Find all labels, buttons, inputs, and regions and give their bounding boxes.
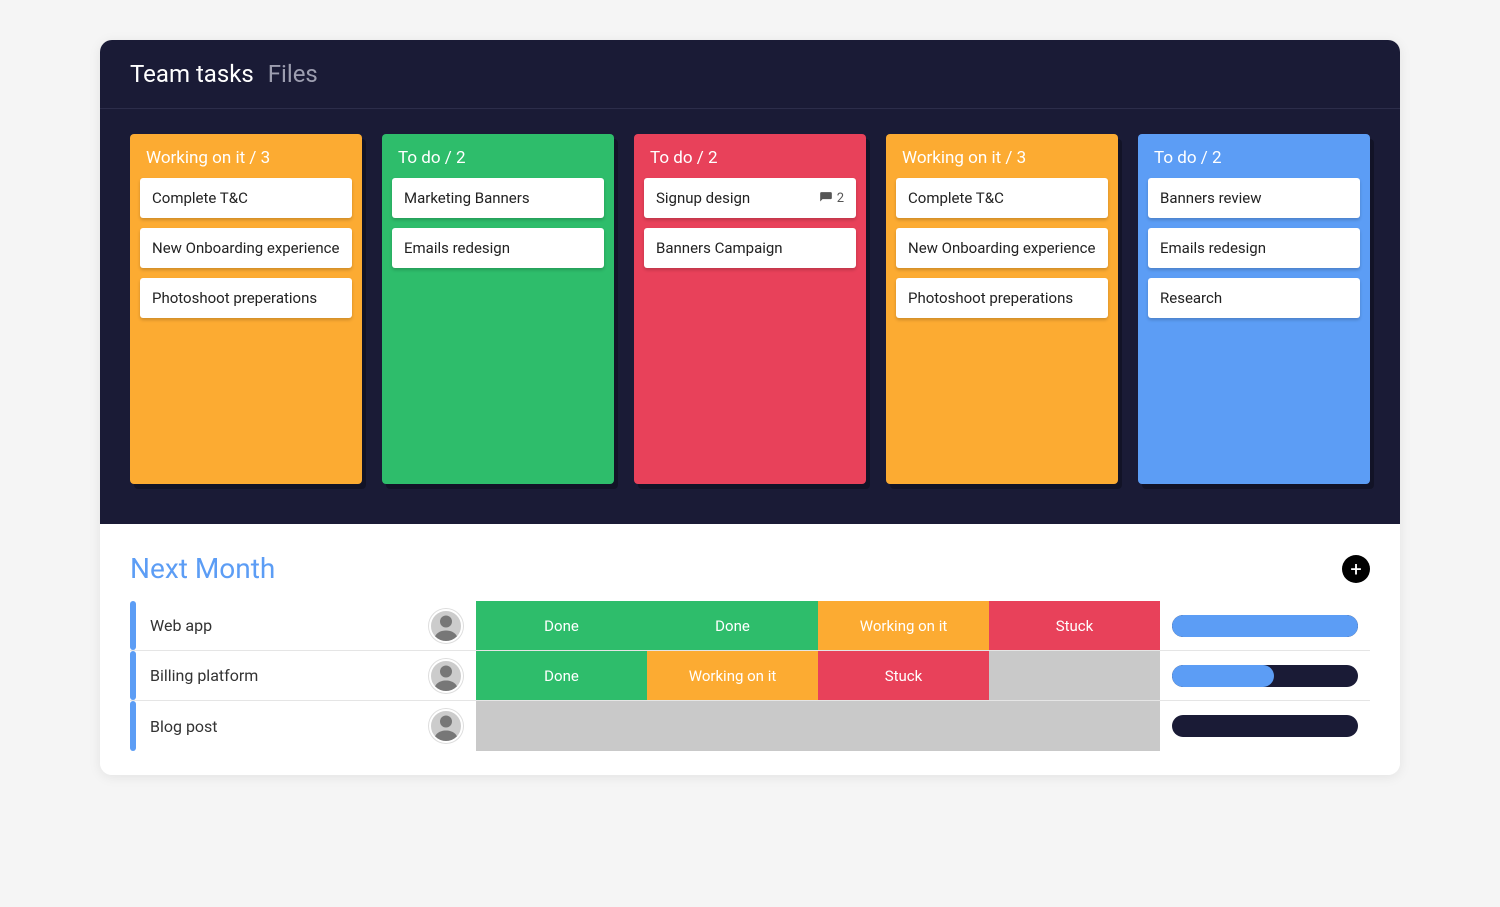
- tab-team-tasks[interactable]: Team tasks: [130, 60, 254, 88]
- kanban-column[interactable]: Working on it / 3 Complete T&C New Onboard…: [886, 134, 1118, 484]
- status-cell[interactable]: [818, 701, 989, 751]
- section-title[interactable]: Next Month: [130, 552, 275, 585]
- status-cells: DoneWorking on itStuck: [476, 651, 1160, 700]
- kanban-card[interactable]: Research: [1148, 278, 1360, 318]
- progress-track: [1172, 615, 1358, 637]
- card-text: Complete T&C: [908, 189, 1004, 207]
- table-row: Web appDoneDoneWorking on itStuck: [130, 601, 1370, 651]
- avatar: [429, 609, 463, 643]
- row-name-cell[interactable]: Blog post: [136, 701, 416, 751]
- progress-track: [1172, 715, 1358, 737]
- table-row: Billing platform DoneWorking on itStuck: [130, 651, 1370, 701]
- kanban-card[interactable]: Complete T&C: [140, 178, 352, 218]
- comments-badge[interactable]: 2: [819, 191, 844, 206]
- kanban-card[interactable]: Photoshoot preperations: [896, 278, 1108, 318]
- app-window: Team tasks Files Working on it / 3 Comple…: [100, 40, 1400, 775]
- card-text: Banners review: [1160, 189, 1262, 207]
- kanban-column[interactable]: Working on it / 3 Complete T&C New Onboard…: [130, 134, 362, 484]
- header-tabs: Team tasks Files: [130, 60, 1370, 88]
- kanban-column[interactable]: To do / 2 Marketing Banners Emails redesig…: [382, 134, 614, 484]
- kanban-board: Working on it / 3 Complete T&C New Onboard…: [100, 109, 1400, 524]
- header-bar: Team tasks Files: [100, 40, 1400, 109]
- row-avatar-cell[interactable]: [416, 701, 476, 751]
- column-title: Working on it / 3: [140, 146, 352, 178]
- status-cells: [476, 701, 1160, 751]
- progress-cell[interactable]: [1160, 701, 1370, 751]
- status-cells: DoneDoneWorking on itStuck: [476, 601, 1160, 650]
- progress-cell[interactable]: [1160, 651, 1370, 700]
- progress-fill: [1172, 615, 1358, 637]
- section-header: Next Month +: [130, 552, 1370, 585]
- kanban-card[interactable]: Banners Campaign: [644, 228, 856, 268]
- kanban-column[interactable]: To do / 2 Signup design 2 Banners Campaign: [634, 134, 866, 484]
- kanban-card[interactable]: Banners review: [1148, 178, 1360, 218]
- status-cell[interactable]: Done: [476, 651, 647, 700]
- tab-files[interactable]: Files: [268, 60, 318, 88]
- card-text: Marketing Banners: [404, 189, 530, 207]
- card-text: Banners Campaign: [656, 239, 783, 257]
- status-cell[interactable]: Done: [647, 601, 818, 650]
- comment-icon: [819, 191, 833, 205]
- column-title: To do / 2: [1148, 146, 1360, 178]
- table-row: Blog post: [130, 701, 1370, 751]
- comments-count: 2: [837, 191, 844, 206]
- card-text: New Onboarding experience: [908, 239, 1095, 257]
- card-text: Research: [1160, 289, 1222, 307]
- progress-fill: [1172, 665, 1274, 687]
- status-cell[interactable]: Stuck: [818, 651, 989, 700]
- status-cell[interactable]: Done: [476, 601, 647, 650]
- kanban-card[interactable]: Signup design 2: [644, 178, 856, 218]
- card-text: Emails redesign: [1160, 239, 1266, 257]
- next-month-section: Next Month + Web appDoneDoneWorking on i…: [100, 524, 1400, 775]
- row-name-cell[interactable]: Web app: [136, 601, 416, 650]
- status-cell[interactable]: [989, 651, 1160, 700]
- avatar: [429, 659, 463, 693]
- plus-icon: +: [1350, 557, 1361, 581]
- progress-track: [1172, 665, 1358, 687]
- card-text: Photoshoot preperations: [152, 289, 317, 307]
- column-title: To do / 2: [644, 146, 856, 178]
- row-avatar-cell[interactable]: [416, 651, 476, 700]
- kanban-card[interactable]: Marketing Banners: [392, 178, 604, 218]
- add-row-button[interactable]: +: [1342, 555, 1370, 583]
- column-title: Working on it / 3: [896, 146, 1108, 178]
- status-cell[interactable]: [647, 701, 818, 751]
- status-cell[interactable]: [476, 701, 647, 751]
- kanban-card[interactable]: Emails redesign: [392, 228, 604, 268]
- card-text: Photoshoot preperations: [908, 289, 1073, 307]
- status-cell[interactable]: Working on it: [647, 651, 818, 700]
- status-cell[interactable]: Working on it: [818, 601, 989, 650]
- row-name-cell[interactable]: Billing platform: [136, 651, 416, 700]
- column-title: To do / 2: [392, 146, 604, 178]
- kanban-card[interactable]: Photoshoot preperations: [140, 278, 352, 318]
- kanban-card[interactable]: New Onboarding experience: [140, 228, 352, 268]
- status-cell[interactable]: Stuck: [989, 601, 1160, 650]
- kanban-card[interactable]: Emails redesign: [1148, 228, 1360, 268]
- kanban-card[interactable]: Complete T&C: [896, 178, 1108, 218]
- card-text: Emails redesign: [404, 239, 510, 257]
- row-avatar-cell[interactable]: [416, 601, 476, 650]
- card-text: Signup design: [656, 189, 750, 207]
- kanban-card[interactable]: New Onboarding experience: [896, 228, 1108, 268]
- kanban-column[interactable]: To do / 2 Banners review Emails redesign Re…: [1138, 134, 1370, 484]
- card-text: New Onboarding experience: [152, 239, 339, 257]
- card-text: Complete T&C: [152, 189, 248, 207]
- progress-cell[interactable]: [1160, 601, 1370, 650]
- avatar: [429, 709, 463, 743]
- task-table: Web appDoneDoneWorking on itStuckBilling…: [130, 601, 1370, 751]
- status-cell[interactable]: [989, 701, 1160, 751]
